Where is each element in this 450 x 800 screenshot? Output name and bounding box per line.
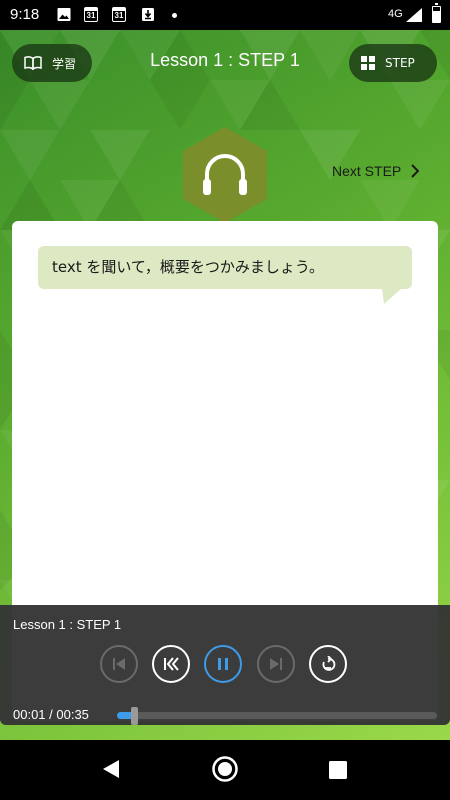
repeat-button[interactable] (309, 645, 347, 683)
grid-icon (361, 56, 375, 70)
learn-button[interactable]: 学習 (12, 44, 92, 82)
system-nav-bar (0, 740, 450, 800)
status-bar: 9:18 31 31 4G (0, 0, 450, 30)
back-icon[interactable] (102, 759, 120, 779)
replay-icon (322, 656, 336, 671)
notification-dot (172, 13, 177, 18)
seek-handle[interactable] (131, 707, 138, 725)
chevron-right-icon (411, 164, 420, 178)
pause-icon (218, 658, 228, 670)
battery-icon (432, 3, 441, 23)
seek-bar[interactable] (117, 707, 437, 725)
skip-previous-icon (113, 658, 125, 670)
status-time: 9:18 (10, 6, 40, 23)
audio-player: Lesson 1 : STEP 1 00:01 / 00:35 (0, 605, 450, 725)
pause-button[interactable] (204, 645, 242, 683)
seek-progress (117, 712, 131, 719)
listening-hex-badge (183, 127, 267, 223)
playback-time: 00:01 / 00:35 (13, 707, 89, 722)
page-title: Lesson 1 : STEP 1 (150, 50, 300, 70)
next-step-link[interactable]: Next STEP (332, 163, 420, 179)
step-menu-label: STEP (385, 56, 415, 70)
learn-button-label: 学習 (52, 56, 77, 71)
rewind-icon (164, 657, 179, 671)
calendar-icon: 31 (84, 7, 98, 22)
next-step-label: Next STEP (332, 163, 402, 179)
rewind-button[interactable] (152, 645, 190, 683)
home-icon[interactable] (212, 756, 238, 782)
book-icon (24, 56, 42, 70)
instruction-text: text を聞いて，概要をつかみましょう。 (52, 258, 324, 276)
image-icon (57, 8, 71, 21)
bubble-tail (382, 288, 402, 304)
download-icon (142, 8, 154, 21)
signal-icon (406, 8, 422, 22)
instruction-bubble: text を聞いて，概要をつかみましょう。 (38, 246, 412, 289)
step-menu-button[interactable]: STEP (349, 44, 437, 82)
recents-icon[interactable] (329, 761, 347, 779)
next-track-button[interactable] (257, 645, 295, 683)
calendar-icon: 31 (112, 7, 126, 22)
previous-track-button[interactable] (100, 645, 138, 683)
network-type: 4G (388, 8, 403, 20)
player-title: Lesson 1 : STEP 1 (13, 617, 122, 632)
skip-next-icon (270, 658, 282, 670)
